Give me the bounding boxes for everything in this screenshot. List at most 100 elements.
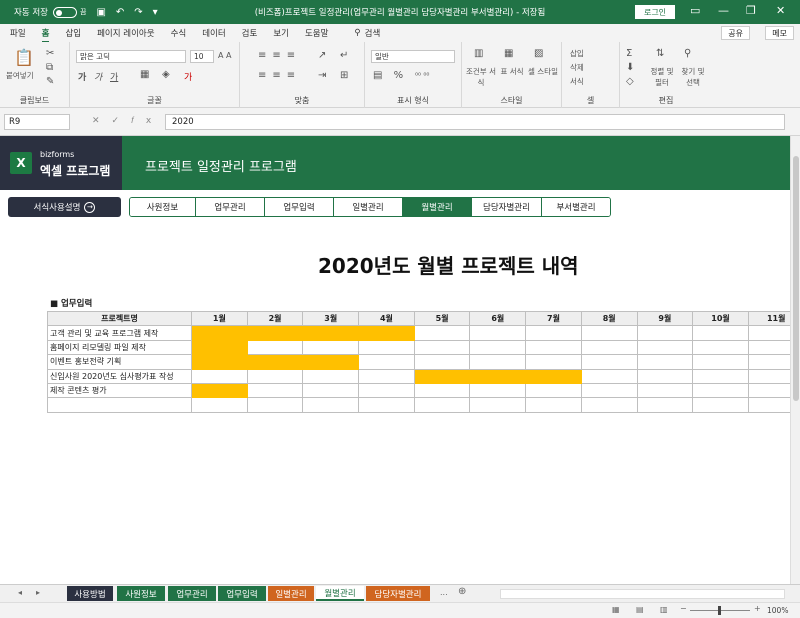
horizontal-scrollbar[interactable] — [500, 589, 785, 599]
ribbon-tab-file[interactable]: 파일 — [10, 27, 26, 39]
month-cell[interactable] — [636, 325, 694, 341]
month-cell[interactable] — [692, 382, 749, 399]
customize-qat-icon[interactable]: ▾ — [153, 7, 158, 18]
nav-tab-staff[interactable]: 사원정보 — [130, 198, 196, 216]
cell-styles-icon[interactable]: ▨ — [534, 48, 543, 59]
schedule-bar-cell[interactable] — [469, 368, 527, 384]
month-cell[interactable] — [358, 397, 415, 413]
conditional-format-button[interactable]: 조건부 서식 — [466, 66, 496, 88]
project-name-cell[interactable]: 신입사원 2020년도 심사평가표 작성 — [47, 368, 192, 384]
sort-filter-button[interactable]: 정렬 및 필터 — [648, 66, 676, 88]
memo-button[interactable]: 메모 — [765, 26, 794, 40]
number-format-select[interactable]: 일반 — [371, 50, 455, 63]
month-cell[interactable] — [302, 397, 360, 413]
month-cell[interactable] — [747, 339, 790, 356]
month-cell[interactable] — [525, 325, 582, 341]
page-layout-view-icon[interactable]: ▤ — [636, 605, 644, 614]
month-cell[interactable] — [302, 339, 360, 356]
month-cell[interactable] — [525, 339, 582, 356]
month-cell[interactable] — [358, 339, 415, 356]
sheet-prev-icon[interactable]: ◂ — [18, 588, 22, 597]
redo-icon[interactable]: ↷ — [134, 7, 142, 18]
sheet-tab[interactable]: 사원정보 — [117, 586, 165, 601]
ribbon-display-icon[interactable]: ▭ — [690, 4, 700, 17]
find-select-button[interactable]: 찾기 및 선택 — [678, 66, 708, 88]
month-cell[interactable] — [692, 397, 749, 413]
month-cell[interactable] — [580, 354, 638, 370]
month-cell[interactable] — [525, 397, 582, 413]
month-cell[interactable] — [191, 397, 248, 413]
format-cells-button[interactable]: 서식 — [570, 76, 584, 87]
month-cell[interactable] — [747, 382, 790, 399]
month-cell[interactable] — [469, 339, 527, 356]
month-cell[interactable] — [747, 325, 790, 341]
month-cell[interactable] — [469, 382, 527, 399]
month-cell[interactable] — [636, 382, 694, 399]
month-cell[interactable] — [413, 382, 471, 399]
month-cell[interactable] — [580, 382, 638, 399]
paste-button[interactable]: 붙여넣기 — [6, 70, 34, 81]
close-icon[interactable]: ✕ — [776, 4, 785, 17]
fill-color-icon[interactable]: ◈ — [162, 69, 170, 80]
decimal-icons[interactable]: ⁰⁰ ⁰⁰ — [415, 71, 429, 80]
format-table-button[interactable]: 표 서식 — [498, 66, 526, 77]
sheet-tab[interactable]: 담당자별관리 — [366, 586, 430, 601]
month-cell[interactable] — [747, 397, 790, 413]
month-cell[interactable] — [692, 325, 749, 341]
merge-icon[interactable]: ⊞ — [340, 70, 348, 81]
nav-tab-by-person[interactable]: 담당자별관리 — [472, 198, 542, 216]
ribbon-tab-help[interactable]: 도움말 — [305, 27, 328, 39]
month-cell[interactable] — [747, 354, 790, 370]
italic-icon[interactable]: 가 — [94, 70, 102, 83]
month-cell[interactable] — [413, 339, 471, 356]
schedule-bar-cell[interactable] — [191, 382, 248, 399]
autosave-toggle[interactable] — [52, 6, 77, 18]
sheet-tab[interactable]: 일별관리 — [268, 586, 314, 601]
month-cell[interactable] — [692, 368, 749, 384]
login-button[interactable]: 로그인 — [635, 5, 675, 19]
font-size-select[interactable]: 10 — [190, 50, 214, 63]
formula-icons[interactable]: ✕✓𝑓x — [92, 116, 163, 126]
month-cell[interactable] — [246, 397, 304, 413]
bold-icon[interactable]: 가 — [78, 70, 86, 83]
undo-icon[interactable]: ↶ — [116, 7, 124, 18]
ribbon-tab-page-layout[interactable]: 페이지 레이아웃 — [97, 27, 154, 39]
ribbon-tab-insert[interactable]: 삽입 — [65, 27, 81, 39]
nav-tab-task-input[interactable]: 업무입력 — [265, 198, 334, 216]
project-name-cell[interactable]: 제작 콘텐츠 평가 — [47, 382, 192, 399]
month-cell[interactable] — [469, 354, 527, 370]
insert-cells-button[interactable]: 삽입 — [570, 48, 584, 59]
worksheet[interactable]: X bizforms 엑셀 프로그램 프로젝트 일정관리 프로그램 서식사용설명… — [0, 136, 790, 584]
month-cell[interactable] — [358, 382, 415, 399]
month-cell[interactable] — [692, 354, 749, 370]
month-cell[interactable] — [580, 325, 638, 341]
share-button[interactable]: 공유 — [721, 26, 750, 40]
month-cell[interactable] — [525, 382, 582, 399]
save-icon[interactable]: ▣ — [96, 7, 105, 18]
nav-tab-monthly[interactable]: 월별관리 — [403, 198, 472, 216]
schedule-bar-cell[interactable] — [246, 325, 304, 341]
indent-icon[interactable]: ⇥ — [318, 70, 326, 81]
month-cell[interactable] — [469, 325, 527, 341]
paste-icon[interactable]: 📋 — [14, 48, 34, 67]
delete-cells-button[interactable]: 삭제 — [570, 62, 584, 73]
month-cell[interactable] — [636, 354, 694, 370]
conditional-format-icon[interactable]: ▥ — [474, 48, 483, 59]
schedule-bar-cell[interactable] — [246, 354, 304, 370]
month-cell[interactable] — [358, 368, 415, 384]
month-cell[interactable] — [246, 382, 304, 399]
sheet-tab[interactable]: 업무관리 — [168, 586, 216, 601]
clear-icon[interactable]: ◇ — [626, 76, 634, 87]
month-cell[interactable] — [413, 325, 471, 341]
page-break-view-icon[interactable]: ▥ — [660, 605, 668, 614]
nav-tab-task-manage[interactable]: 업무관리 — [196, 198, 265, 216]
sheet-tab[interactable]: 월별관리 — [316, 586, 364, 601]
month-cell[interactable] — [580, 397, 638, 413]
sort-filter-icon[interactable]: ⇅ — [656, 48, 664, 59]
month-cell[interactable] — [191, 368, 248, 384]
schedule-bar-cell[interactable] — [413, 368, 471, 384]
sheet-more[interactable]: ... — [440, 588, 448, 597]
guide-button[interactable]: 서식사용설명 → — [8, 197, 121, 217]
font-color-icon[interactable]: 가 — [184, 70, 192, 83]
vertical-scrollbar[interactable] — [790, 136, 800, 584]
